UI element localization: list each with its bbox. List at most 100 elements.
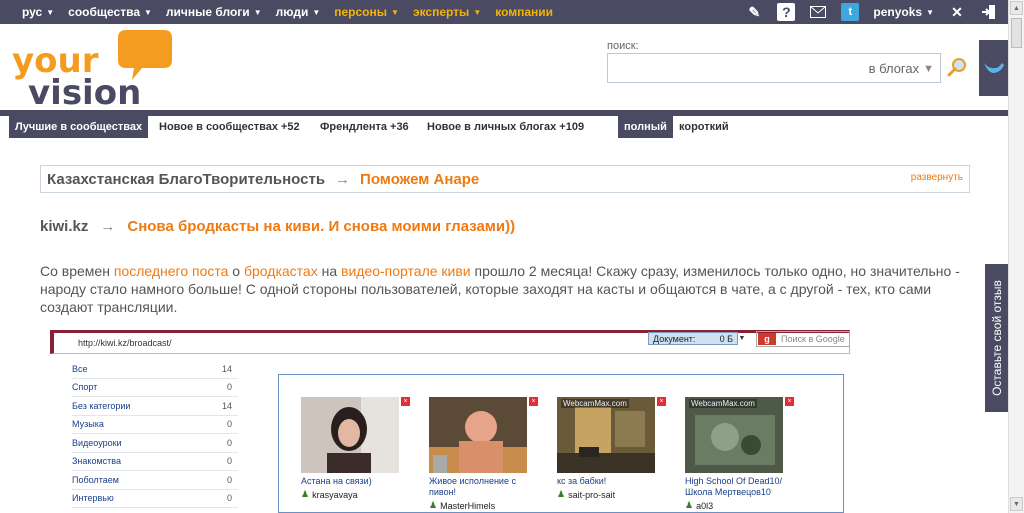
dropdown-arrow-icon: ▼ [738, 335, 746, 342]
twitter-icon[interactable]: t [841, 3, 860, 21]
topnav-item-label: люди [275, 5, 309, 19]
category-count: 0 [226, 419, 232, 430]
topnav-item[interactable]: компании [495, 5, 553, 19]
broadcast-title[interactable]: Живое исполнение с пивон! [429, 476, 527, 498]
chevron-down-icon: ▼ [391, 7, 399, 17]
broadcast-title[interactable]: кс за бабки! [557, 476, 655, 487]
blog-link[interactable]: kiwi.kz [40, 218, 88, 235]
view-short[interactable]: короткий [679, 116, 729, 138]
username: penyoks [873, 5, 923, 19]
tab-best-in-communities[interactable]: Лучшие в сообществах [9, 116, 149, 138]
broadcast-title[interactable]: Астана на связи) [301, 476, 399, 487]
category-row[interactable]: Без категории 14 [72, 397, 238, 416]
feedback-tab[interactable]: Оставьте свой отзыв [985, 264, 1008, 412]
view-full[interactable]: полный [618, 116, 673, 138]
category-count: 0 [226, 437, 232, 448]
search-label: поиск: [607, 40, 639, 52]
expand-link[interactable]: развернуть [911, 172, 963, 183]
category-row[interactable]: Музыка 0 [72, 416, 238, 434]
chevron-down-icon: ▼ [926, 7, 934, 17]
close-icon[interactable]: × [529, 397, 538, 406]
dropdown-arrow-icon: ▼ [923, 62, 934, 75]
page-scrollbar[interactable]: ▲ ▼ [1008, 0, 1024, 513]
post-link[interactable]: Поможем Анаре [360, 171, 479, 188]
twitter-bird-tab[interactable] [979, 40, 1008, 96]
category-name: Знакомства [72, 456, 121, 467]
community-link[interactable]: Казахстанская БлагоТворительность [47, 171, 325, 188]
category-row[interactable]: Люди / Жизнь0 [72, 508, 238, 513]
search-scope-select[interactable]: в блогах ▼ [869, 61, 934, 76]
scroll-up-button[interactable]: ▲ [1010, 1, 1023, 15]
link-broadcasts[interactable]: бродкастах [244, 263, 318, 279]
category-count: 14 [221, 363, 232, 374]
category-row[interactable]: Видеоуроки 0 [72, 434, 238, 453]
pen-icon[interactable]: ✎ [745, 3, 763, 21]
topnav-item-label: личные блоги [165, 5, 250, 19]
tab-friendfeed[interactable]: Френдлента +36 [320, 116, 409, 138]
user-menu[interactable]: penyoks ▼ [873, 5, 934, 19]
scroll-down-button[interactable]: ▼ [1010, 497, 1023, 511]
close-icon[interactable]: × [785, 397, 794, 406]
logout-icon[interactable] [980, 3, 998, 21]
post-image-screenshot: http://kiwi.kz/broadcast/ Документ: 0 Б … [50, 328, 850, 513]
broadcast-card[interactable]: WebcamMax.com × кс за бабки! ♟ sait-pro-sait [557, 397, 666, 511]
link-last-post[interactable]: последнего поста [114, 263, 229, 279]
broadcast-thumbnail[interactable] [429, 397, 527, 473]
topnav-item[interactable]: сообщества ▼ [68, 5, 152, 19]
topnav-item[interactable]: люди ▼ [276, 5, 321, 19]
category-name: Интервью [72, 493, 114, 504]
search-scope-label: в блогах [868, 61, 920, 76]
post-text: на [317, 263, 342, 279]
settings-tools-icon[interactable]: ✕ [948, 3, 966, 21]
category-row[interactable]: Спорт 0 [72, 379, 238, 397]
post-title-link[interactable]: Снова бродкасты на киви. И снова моими г… [127, 218, 515, 235]
broadcast-card[interactable]: WebcamMax.com × High School Of Dead10/ Шко… [685, 397, 794, 511]
close-icon[interactable]: × [657, 397, 666, 406]
broadcast-card[interactable]: × Живое исполнение с пивон! ♟ MasterHimels [429, 397, 538, 511]
topnav-item[interactable]: личные блоги ▼ [166, 5, 262, 19]
category-row[interactable]: Поболтаем 0 [72, 471, 238, 490]
post-header: kiwi.kz → Снова бродкасты на киви. И сно… [40, 218, 515, 235]
category-row[interactable]: Знакомства 0 [72, 453, 238, 471]
topnav-item[interactable]: персоны ▼ [334, 5, 399, 19]
broadcast-user[interactable]: ♟ sait-pro-sait [557, 489, 655, 500]
broadcast-user[interactable]: ♟ a0l3 [685, 500, 783, 511]
close-icon[interactable]: × [401, 397, 410, 406]
topnav-item-label: персоны [334, 5, 388, 19]
category-row[interactable]: Интервью 0 [72, 490, 238, 508]
search-icon[interactable] [947, 57, 967, 77]
broadcast-thumbnail[interactable] [301, 397, 399, 473]
broadcast-user[interactable]: ♟ krasyavaya [301, 489, 399, 500]
user-icon: ♟ [429, 500, 438, 510]
topnav-item[interactable]: эксперты ▼ [413, 5, 481, 19]
post-body: Со времен последнего поста о бродкастах … [40, 262, 970, 316]
broadcast-thumbnail[interactable]: WebcamMax.com [557, 397, 655, 473]
google-search-box: g Поиск в Google [756, 331, 850, 347]
arrow-right-icon: → [335, 170, 351, 188]
topnav-item[interactable]: рус ▼ [22, 5, 54, 19]
chevron-down-icon: ▼ [46, 7, 55, 17]
bird-icon [983, 63, 1004, 73]
post-text: о [228, 263, 244, 279]
yourvision-logo[interactable]: your vision [12, 30, 177, 113]
scroll-thumb[interactable] [1011, 18, 1022, 48]
search-input[interactable]: в блогах ▼ [607, 53, 941, 83]
user-tools: ✎ ? t penyoks ▼ ✕ [745, 0, 998, 24]
help-icon[interactable]: ? [777, 3, 796, 21]
broadcast-title[interactable]: High School Of Dead10/ Школа Мертвецов10 [685, 476, 783, 498]
category-count: 0 [226, 456, 232, 467]
collapsed-post-bar: Казахстанская БлагоТворительность → Помо… [40, 165, 970, 193]
topnav-item-label: сообщества [68, 5, 140, 19]
mail-icon[interactable] [809, 3, 827, 21]
tab-new-in-communities[interactable]: Новое в сообществах +52 [159, 116, 300, 138]
watermark-text: WebcamMax.com [561, 399, 629, 408]
category-count: 0 [226, 474, 232, 485]
tab-new-in-personal-blogs[interactable]: Новое в личных блогах +109 [427, 116, 584, 138]
link-video-portal[interactable]: видео-портале киви [341, 263, 471, 279]
broadcast-thumbnail[interactable]: WebcamMax.com [685, 397, 783, 473]
category-name: Все [72, 363, 88, 374]
user-icon: ♟ [685, 500, 694, 510]
broadcast-user[interactable]: ♟ MasterHimels [429, 500, 527, 511]
broadcast-card[interactable]: × Астана на связи) ♟ krasyavaya [301, 397, 410, 511]
category-row[interactable]: Все 14 [72, 360, 238, 379]
